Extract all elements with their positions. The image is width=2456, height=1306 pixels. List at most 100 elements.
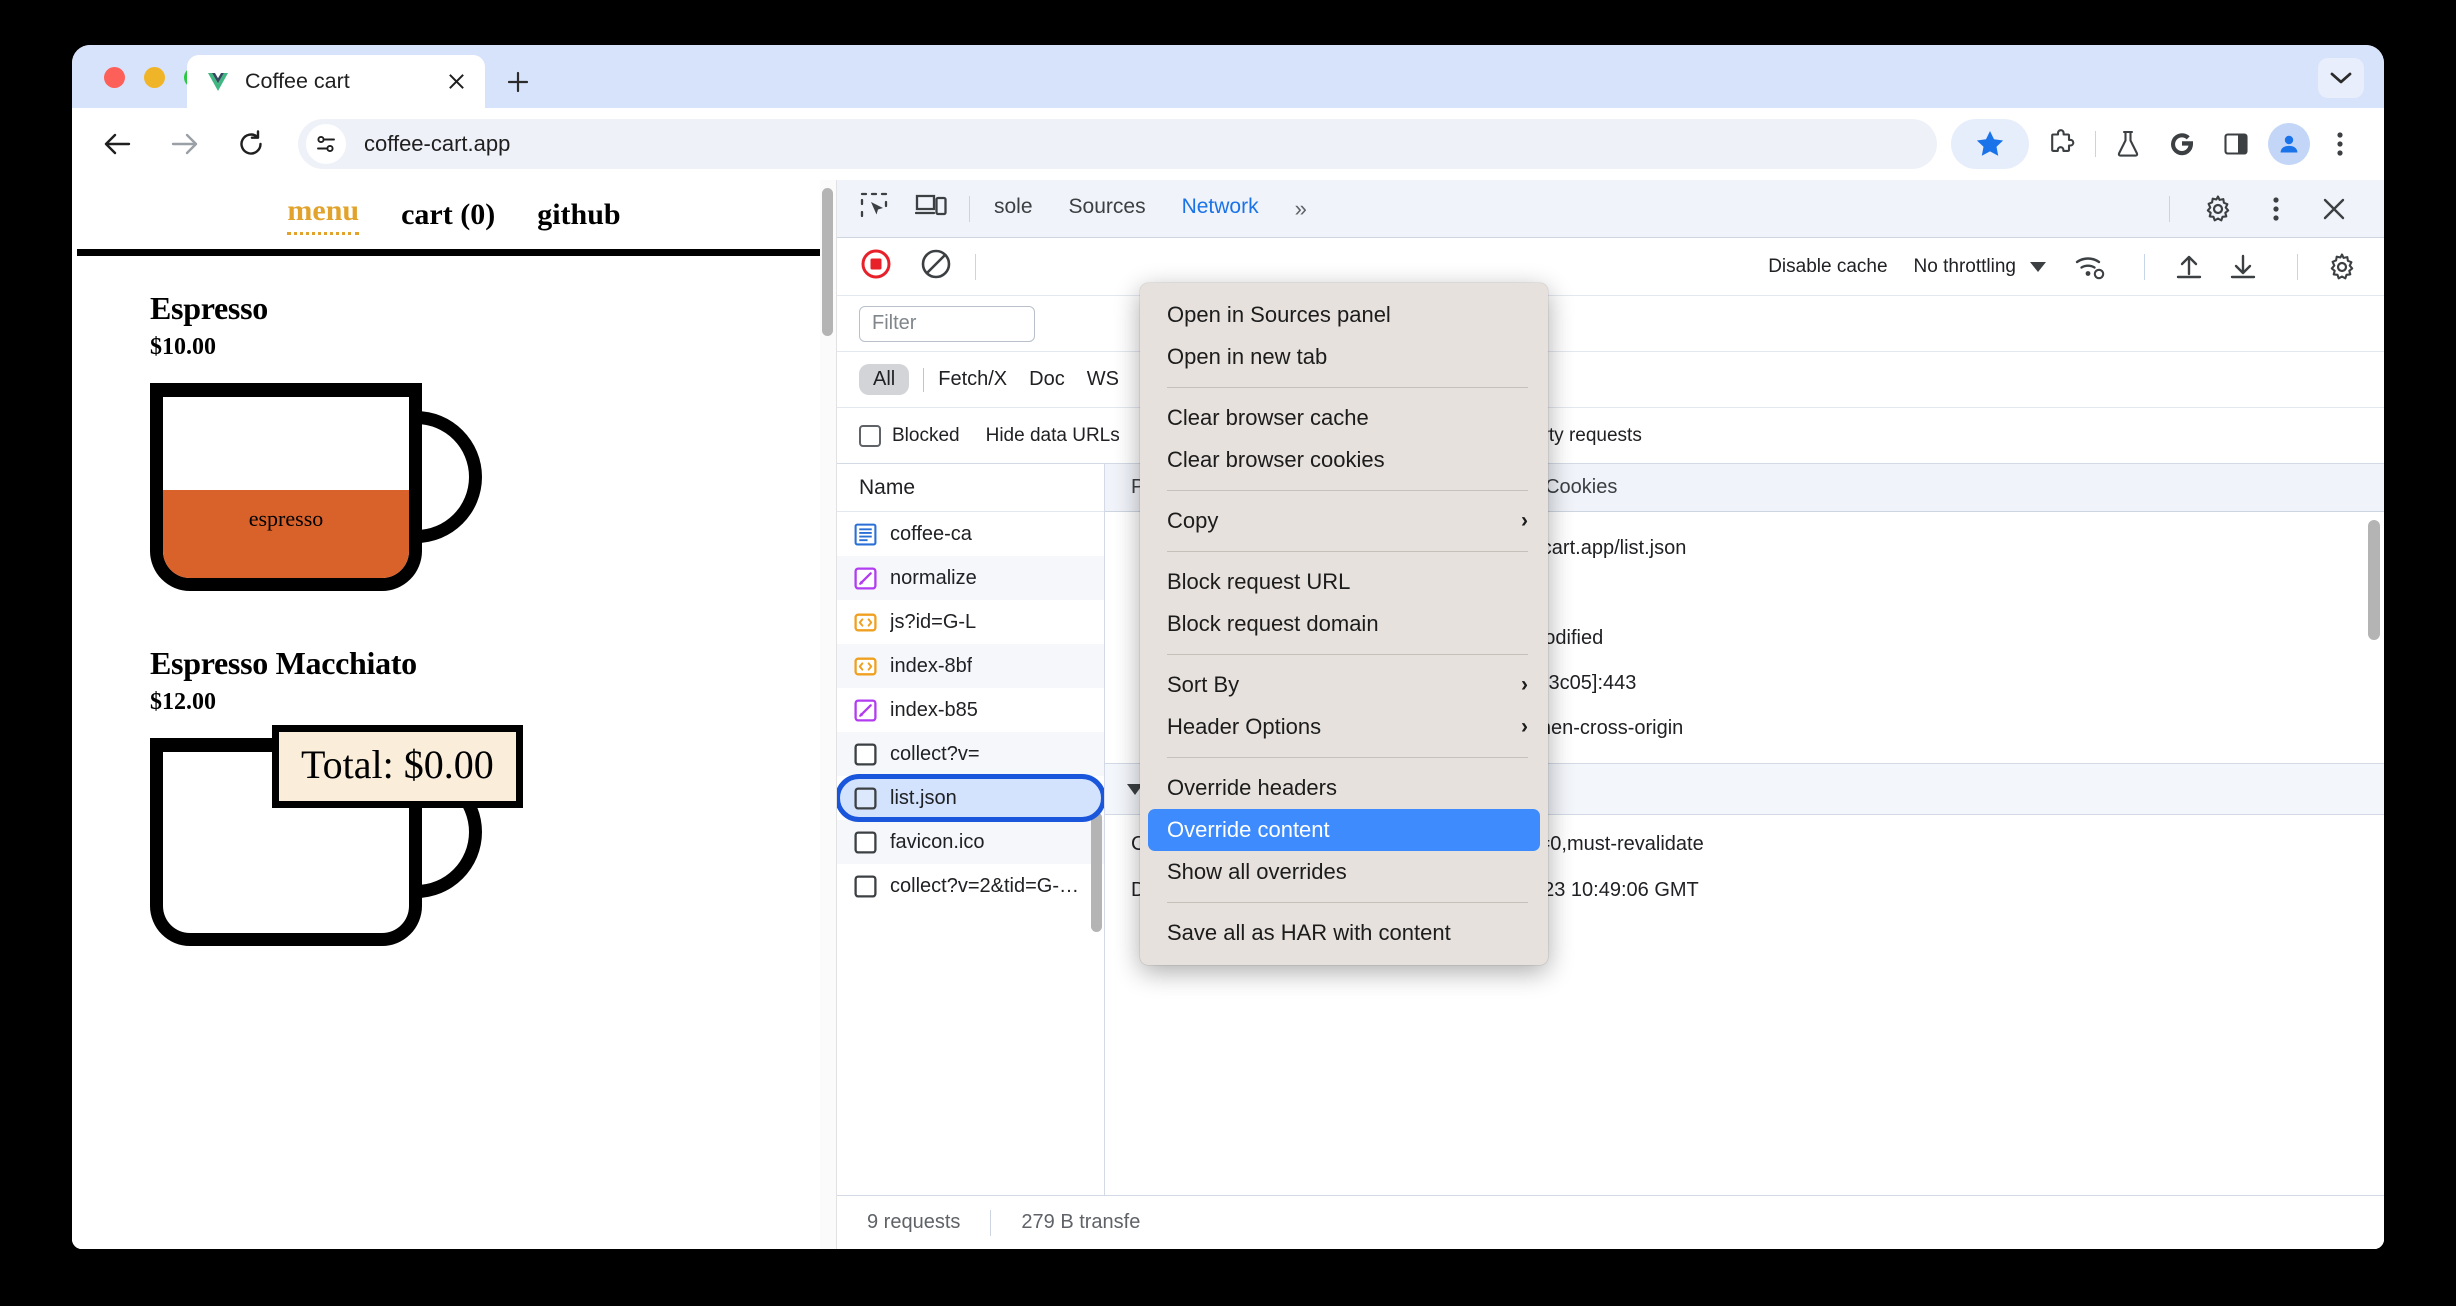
new-tab-button[interactable] [499,63,537,101]
site-info-button[interactable] [306,124,346,164]
page-viewport: menu cart (0) github Espresso $10.00 esp… [72,180,837,1249]
network-toolbar: Disable cache No throttling [837,238,2384,296]
upload-arrow-icon[interactable] [2167,245,2211,289]
menu-item-block-request-url[interactable]: Block request URL [1140,561,1548,603]
menu-item-clear-browser-cache[interactable]: Clear browser cache [1140,397,1548,439]
filter-type-all[interactable]: All [859,364,910,395]
plus-icon [507,71,529,93]
menu-item-override-content[interactable]: Override content [1148,809,1540,851]
disable-cache-checkbox[interactable]: Disable cache [1768,256,1887,278]
divider [923,367,925,392]
menu-item-header-options[interactable]: Header Options › [1140,706,1548,748]
disable-cache-label: Disable cache [1768,255,1888,277]
side-panel-icon [2224,133,2248,155]
throttling-dropdown[interactable]: No throttling [1914,256,2046,278]
detail-scrollbar-thumb[interactable] [2368,520,2380,640]
menu-item-block-request-domain[interactable]: Block request domain [1140,603,1548,645]
tab-network[interactable]: Network [1182,195,1259,222]
menu-item-override-headers[interactable]: Override headers [1140,767,1548,809]
close-window-button[interactable] [104,67,125,88]
forward-button[interactable] [162,121,208,167]
chevron-right-icon: › [1521,715,1528,738]
menu-item-label: Copy [1167,508,1219,533]
google-account-button[interactable] [2160,122,2204,166]
chrome-menu-button[interactable] [2318,122,2362,166]
address-bar[interactable]: coffee-cart.app [298,119,1937,169]
device-toolbar-icon[interactable] [914,192,947,226]
page-nav-link-cart[interactable]: cart (0) [401,198,495,232]
hide-data-urls-label[interactable]: Hide data URLs [986,425,1120,447]
minimize-window-button[interactable] [144,67,165,88]
close-icon[interactable] [2312,187,2356,231]
menu-divider [1167,902,1528,903]
request-list-scrollbar-thumb[interactable] [1091,812,1102,932]
toolbar-divider [2169,195,2170,222]
download-arrow-icon[interactable] [2221,245,2265,289]
clear-no-entry-icon[interactable] [919,247,953,287]
table-row[interactable]: collect?v= [837,732,1104,776]
table-row-selected[interactable]: list.json [837,774,1104,822]
table-row[interactable]: index-8bf [837,644,1104,688]
request-rows: coffee-ca normalize js?id=G-L index-8bf … [837,512,1104,1195]
google-g-icon [2171,133,2193,156]
menu-item-clear-browser-cookies[interactable]: Clear browser cookies [1140,439,1548,481]
toolbar-divider [975,253,976,280]
reload-button[interactable] [228,121,274,167]
chevron-right-icon: › [1521,673,1528,696]
generic-file-icon [854,830,877,854]
menu-item-show-all-overrides[interactable]: Show all overrides [1140,851,1548,893]
kebab-menu-icon[interactable] [2254,187,2298,231]
request-name: collect?v= [890,742,980,765]
close-icon[interactable] [441,67,471,97]
table-row[interactable]: collect?v=2&tid=G-… [837,864,1104,908]
network-hide-row: Blocked Hide data URLs Hide extension UR… [837,408,2384,464]
profile-avatar[interactable] [2268,123,2310,165]
side-panel-button[interactable] [2214,122,2258,166]
menu-item-copy[interactable]: Copy › [1140,500,1548,542]
menu-item-sort-by[interactable]: Sort By › [1140,664,1548,706]
vue-logo-icon [208,72,228,91]
request-name: js?id=G-L [890,610,977,633]
table-row[interactable]: coffee-ca [837,512,1104,556]
wifi-settings-icon[interactable] [2068,245,2112,289]
record-stop-icon[interactable] [859,247,893,287]
search-input[interactable]: Filter [859,305,1035,342]
filter-type-ws[interactable]: WS [1087,368,1119,391]
experiments-button[interactable] [2106,122,2150,166]
bookmark-button[interactable] [1951,119,2029,169]
table-row[interactable]: js?id=G-L [837,600,1104,644]
network-types-row: All Fetch/X Doc WS Wasm Manifest Other [837,352,2384,408]
page-nav-link-menu[interactable]: menu [287,194,360,235]
gear-icon[interactable] [2320,245,2364,289]
arrow-left-icon [104,133,131,155]
blocked-checkbox[interactable]: Blocked [859,424,960,447]
tab-sources[interactable]: Sources [1069,195,1146,222]
page-nav: menu cart (0) github [77,180,831,256]
menu-item-save-all-as-har-with-content[interactable]: Save all as HAR with content [1140,912,1548,954]
tab-search-button[interactable] [2318,58,2364,98]
profile-avatar-icon [2280,135,2298,153]
gear-icon[interactable] [2196,187,2240,231]
more-tabs-chevron-icon[interactable]: » [1295,196,1307,222]
browser-tab[interactable]: Coffee cart [187,55,485,108]
menu-item-open-in-new-tab[interactable]: Open in new tab [1140,336,1548,378]
extensions-button[interactable] [2039,122,2083,166]
tab-cookies[interactable]: Cookies [1545,476,1617,499]
tab-console[interactable]: sole [994,195,1033,222]
page-nav-link-github[interactable]: github [537,198,620,232]
page-scrollbar-thumb[interactable] [822,188,833,336]
filter-type-doc[interactable]: Doc [1029,368,1065,391]
page-scrollbar[interactable] [820,180,836,1249]
column-header-name[interactable]: Name [837,464,1104,512]
menu-item-open-in-sources-panel[interactable]: Open in Sources panel [1140,294,1548,336]
filter-type-fetchxhr[interactable]: Fetch/X [938,368,1007,391]
table-row[interactable]: normalize [837,556,1104,600]
back-button[interactable] [94,121,140,167]
generic-file-icon [854,786,877,810]
inspect-element-icon[interactable] [859,191,889,227]
request-name: index-b85 [890,698,978,721]
table-row[interactable]: index-b85 [837,688,1104,732]
blocked-label: Blocked [892,424,960,446]
table-row[interactable]: favicon.ico [837,820,1104,864]
script-icon [854,657,877,675]
